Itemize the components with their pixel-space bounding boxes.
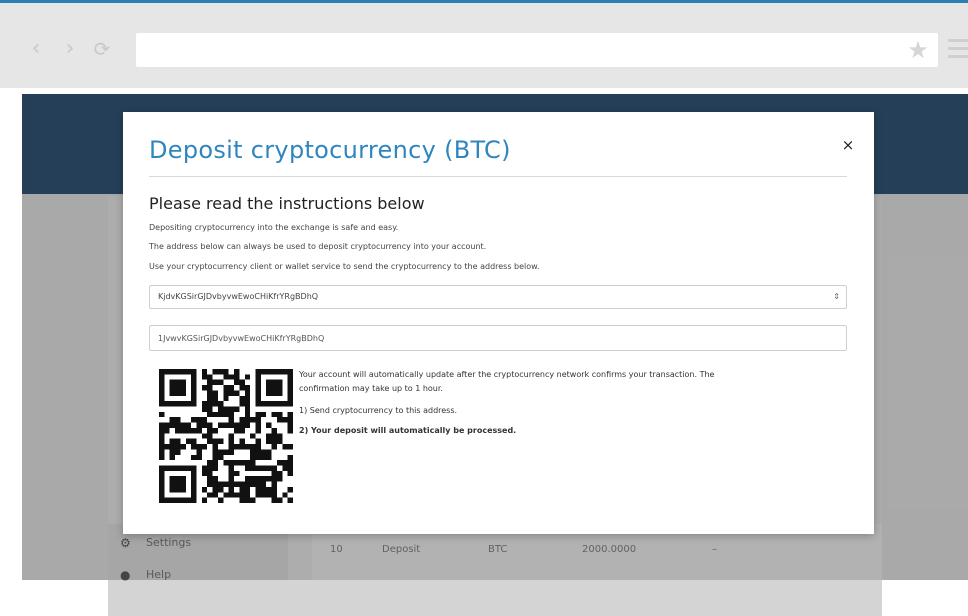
- select-caret-icon: ⇕: [833, 292, 840, 301]
- instruction-line-1: Depositing cryptocurrency into the excha…: [149, 223, 399, 232]
- deposit-address-input[interactable]: [149, 325, 847, 351]
- address-select[interactable]: KjdvKGSirGJDvbyvwEwoCHiKfrYRgBDhQ ⇕: [149, 285, 847, 309]
- hamburger-menu-icon[interactable]: [948, 39, 968, 61]
- bookmark-star-icon[interactable]: ★: [906, 36, 930, 64]
- close-button[interactable]: ×: [839, 136, 857, 154]
- address-select-value: KjdvKGSirGJDvbyvwEwoCHiKfrYRgBDhQ: [158, 292, 319, 301]
- browser-toolbar: ‹ › ⟳ ★: [0, 3, 968, 88]
- qr-code-image: [159, 369, 293, 503]
- instruction-line-2: The address below can always be used to …: [149, 242, 487, 251]
- info-line-1: Your account will automatically update a…: [299, 370, 715, 379]
- info-step-2: 2) Your deposit will automatically be pr…: [299, 426, 517, 435]
- title-divider: [149, 176, 847, 177]
- back-arrow-icon[interactable]: ‹: [26, 37, 46, 61]
- instruction-line-3: Use your cryptocurrency client or wallet…: [149, 262, 540, 271]
- deposit-modal: Deposit cryptocurrency (BTC) × Please re…: [123, 112, 874, 534]
- forward-arrow-icon[interactable]: ›: [60, 37, 80, 61]
- address-bar[interactable]: [136, 33, 938, 67]
- info-step-1: 1) Send cryptocurrency to this address.: [299, 406, 458, 415]
- reload-icon[interactable]: ⟳: [92, 37, 112, 61]
- info-line-2: confirmation may take up to 1 hour.: [299, 384, 443, 393]
- modal-title: Deposit cryptocurrency (BTC): [149, 136, 511, 164]
- instructions-heading: Please read the instructions below: [149, 194, 425, 213]
